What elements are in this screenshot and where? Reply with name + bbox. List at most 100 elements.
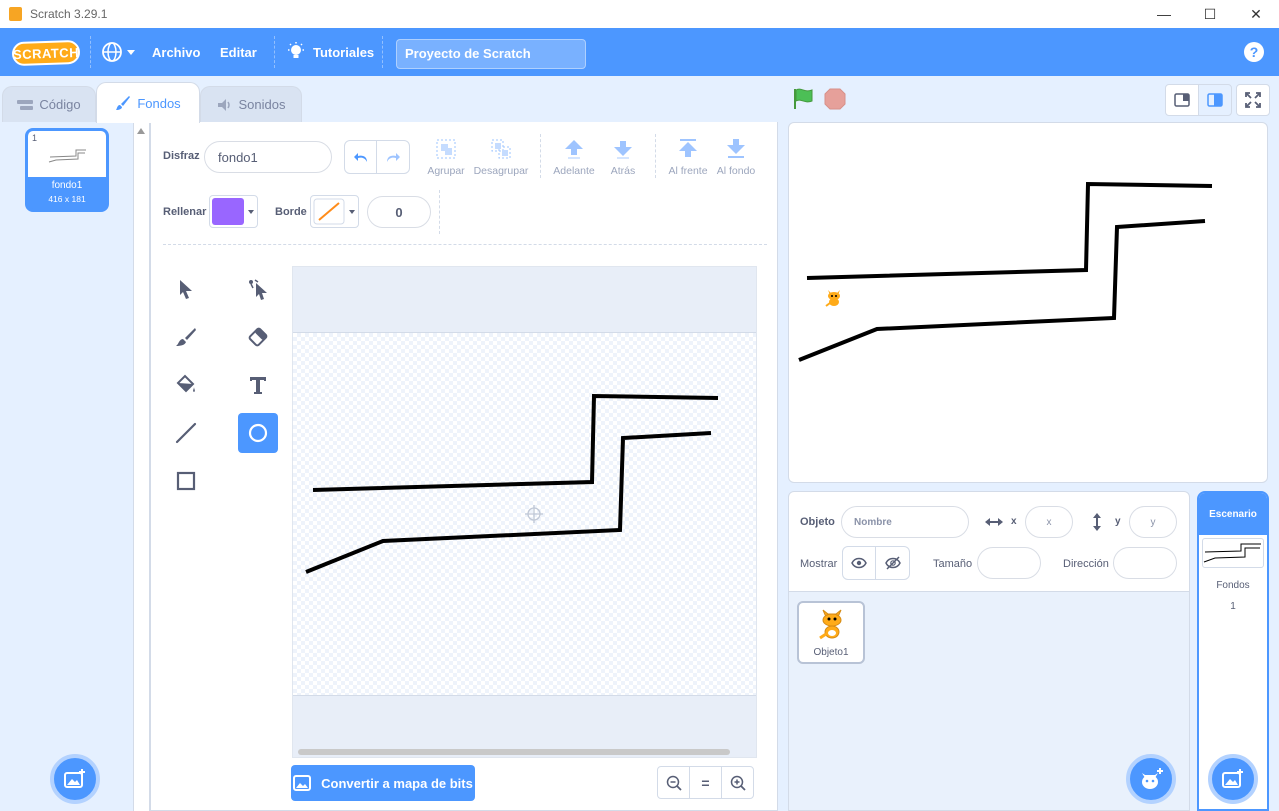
line-tool[interactable]: [166, 413, 206, 453]
group-icon: [436, 139, 456, 159]
choose-sprite-button[interactable]: [1126, 754, 1176, 804]
select-tool[interactable]: [166, 269, 206, 309]
outline-color-picker[interactable]: [310, 195, 359, 228]
fullscreen-button[interactable]: [1236, 84, 1270, 116]
toolbar-divider: [439, 190, 440, 234]
sprite-card[interactable]: Objeto1: [797, 601, 865, 664]
scratch-logo[interactable]: SCRATCH: [11, 39, 81, 67]
green-flag-button[interactable]: [791, 87, 815, 114]
zoom-reset-button[interactable]: =: [689, 766, 722, 799]
rectangle-tool[interactable]: [166, 461, 206, 501]
eraser-icon: [248, 327, 268, 347]
reshape-cursor-icon: [249, 279, 267, 300]
arrow-up-icon: [565, 140, 583, 159]
large-stage-icon: [1207, 93, 1223, 107]
add-image-icon: [64, 769, 85, 788]
text-icon: [250, 377, 266, 394]
costume-list-scrollbar[interactable]: [134, 122, 150, 811]
outline-width-input[interactable]: 0: [367, 196, 431, 228]
group-button[interactable]: Agrupar: [426, 138, 466, 177]
costume-item[interactable]: 1 fondo1 416 x 181: [25, 128, 109, 212]
fill-label: Rellenar: [163, 206, 207, 218]
costume-thumbnail: 1: [28, 131, 106, 177]
menu-divider: [90, 36, 91, 68]
send-to-back-button[interactable]: Al fondo: [714, 138, 758, 177]
redo-button[interactable]: [377, 141, 409, 173]
circle-icon: [248, 423, 268, 443]
y-label: y: [1115, 516, 1121, 527]
text-tool[interactable]: [238, 365, 278, 405]
no-color-icon: [313, 198, 345, 225]
rectangle-icon: [176, 471, 196, 491]
maximize-button[interactable]: ☐: [1187, 0, 1233, 28]
toolbar-separator: [163, 244, 767, 245]
zoom-in-icon: [730, 775, 746, 791]
toolbar-divider: [655, 134, 656, 178]
help-button[interactable]: ?: [1244, 42, 1264, 62]
brush-tool[interactable]: [166, 317, 206, 357]
tab-code[interactable]: Código: [2, 86, 96, 122]
costume-name-input[interactable]: fondo1: [204, 141, 332, 173]
fill-tool[interactable]: [166, 365, 206, 405]
paint-canvas[interactable]: [292, 266, 757, 758]
close-window-button[interactable]: ✕: [1233, 0, 1279, 28]
convert-to-bitmap-button[interactable]: Convertir a mapa de bits: [291, 765, 475, 801]
brush-icon: [176, 328, 196, 346]
undo-button[interactable]: [345, 141, 378, 173]
ungroup-button[interactable]: Desagrupar: [474, 138, 528, 177]
large-stage-button[interactable]: [1198, 84, 1232, 116]
file-menu[interactable]: Archivo: [152, 28, 200, 76]
backdrop-thumbnail-drawing: [1203, 543, 1261, 563]
choose-backdrop-stage-button[interactable]: [1208, 754, 1258, 804]
sprite-label: Objeto: [800, 516, 835, 528]
show-button[interactable]: [843, 547, 877, 579]
costume-name: fondo1: [51, 180, 83, 191]
forward-button[interactable]: Adelante: [552, 138, 596, 177]
zoom-out-button[interactable]: [657, 766, 690, 799]
small-stage-button[interactable]: [1165, 84, 1199, 116]
language-menu[interactable]: [101, 28, 136, 76]
zoom-out-icon: [666, 775, 682, 791]
eye-slash-icon: [884, 556, 901, 570]
direction-input[interactable]: [1113, 547, 1177, 579]
code-blocks-icon: [17, 99, 34, 110]
minimize-button[interactable]: —: [1141, 0, 1187, 28]
tab-sounds[interactable]: Sonidos: [200, 86, 302, 122]
x-input[interactable]: x: [1025, 506, 1073, 538]
size-input[interactable]: [977, 547, 1041, 579]
sprite-name-input[interactable]: Nombre: [841, 506, 969, 538]
costume-thumbnail-drawing: [48, 149, 86, 163]
tab-costumes[interactable]: Fondos: [96, 82, 200, 123]
tutorials-label: Tutoriales: [313, 44, 375, 60]
cat-sprite[interactable]: [823, 286, 845, 308]
zoom-in-button[interactable]: [721, 766, 754, 799]
speaker-icon: [217, 98, 230, 111]
arrow-to-bottom-icon: [727, 139, 745, 158]
stop-icon: [824, 88, 846, 110]
choose-backdrop-button[interactable]: [50, 754, 100, 804]
canvas-horizontal-scrollbar[interactable]: [298, 749, 730, 755]
tutorials-menu[interactable]: Tutoriales: [287, 28, 374, 76]
reshape-tool[interactable]: [238, 269, 278, 309]
stage-backdrop-thumbnail: [1202, 538, 1264, 568]
fill-color-picker[interactable]: [209, 195, 258, 228]
edit-menu[interactable]: Editar: [220, 28, 257, 76]
bring-to-front-button[interactable]: Al frente: [666, 138, 710, 177]
undo-redo-group: [344, 140, 410, 174]
stage[interactable]: [788, 122, 1268, 483]
project-title-input[interactable]: Proyecto de Scratch: [396, 39, 586, 69]
image-icon: [293, 775, 312, 791]
arrow-down-icon: [614, 141, 632, 159]
hide-button[interactable]: [876, 547, 909, 579]
forward-label: Adelante: [553, 165, 595, 177]
y-input[interactable]: y: [1129, 506, 1177, 538]
backward-button[interactable]: Atrás: [603, 138, 643, 177]
eraser-tool[interactable]: [238, 317, 278, 357]
backdrops-count: 1: [1230, 601, 1236, 612]
stop-button[interactable]: [823, 87, 847, 114]
caret-down-icon: [127, 50, 135, 55]
menu-divider: [274, 36, 275, 68]
lightbulb-icon: [288, 42, 304, 58]
circle-tool[interactable]: [238, 413, 278, 453]
add-sprite-cat-icon: [1142, 768, 1163, 789]
